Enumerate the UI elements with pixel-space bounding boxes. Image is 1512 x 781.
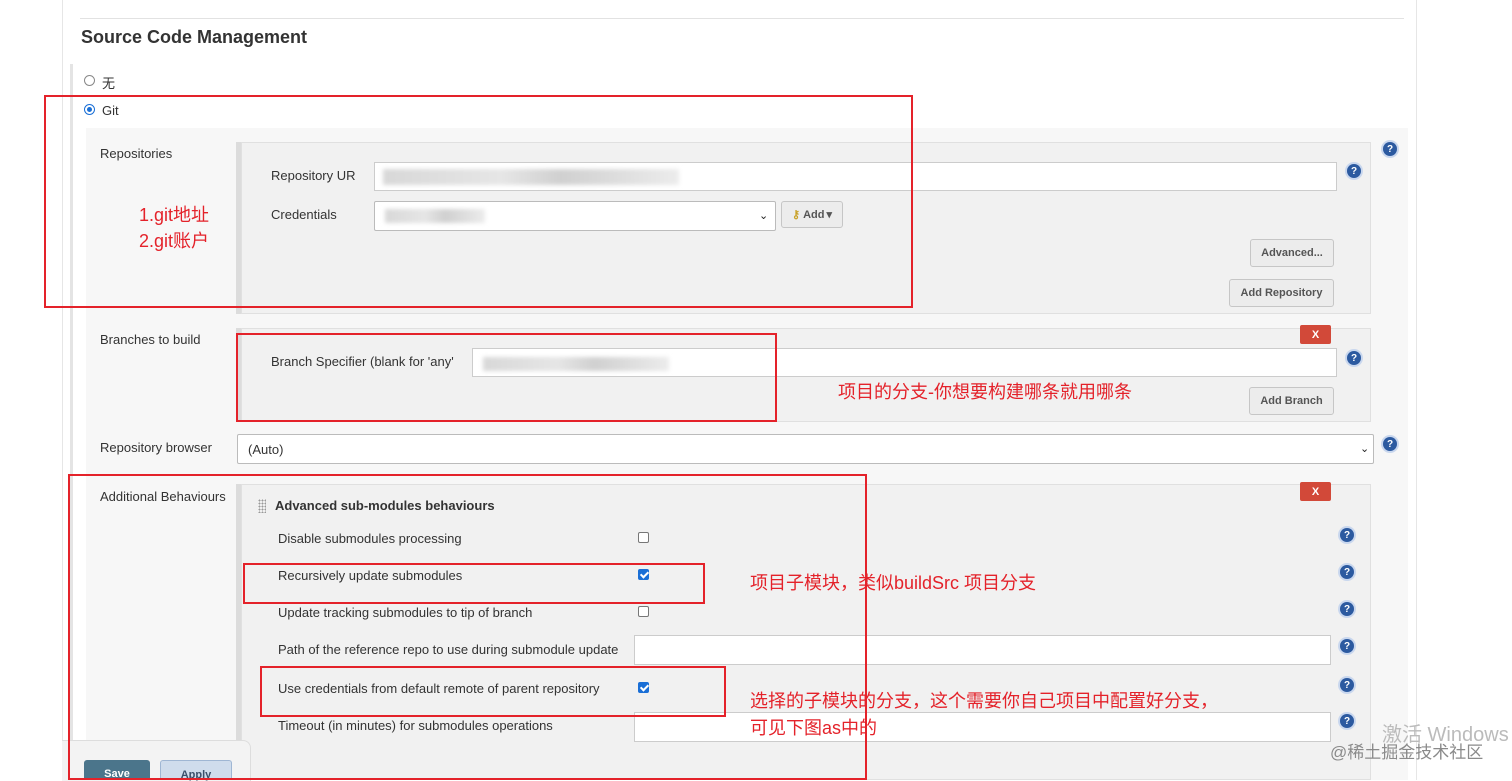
add-branch-button[interactable]: Add Branch xyxy=(1249,387,1334,415)
credentials-note-line2: 可见下图as中的 xyxy=(750,718,878,738)
branch-delete-button[interactable]: X xyxy=(1300,325,1331,344)
repo-note-line1: 1.git地址 xyxy=(139,205,210,225)
section-title: Source Code Management xyxy=(81,27,308,47)
community-watermark: @稀土掘金技术社区 xyxy=(1330,743,1484,762)
branch-specifier-help-icon[interactable]: ? xyxy=(1347,351,1361,365)
recursive-note: 项目子模块，类似buildSrc 项目分支 xyxy=(750,573,1037,593)
scm-none-label: 无 xyxy=(102,76,116,91)
advanced-button[interactable]: Advanced... xyxy=(1250,239,1334,267)
use-credentials-help-icon[interactable]: ? xyxy=(1340,678,1354,692)
page-right-border xyxy=(1416,0,1417,780)
recursive-annotation-box xyxy=(243,563,705,604)
reference-repo-help-icon[interactable]: ? xyxy=(1340,639,1354,653)
repository-browser-select[interactable]: (Auto) ⌄ xyxy=(237,434,1374,464)
recursive-update-help-icon[interactable]: ? xyxy=(1340,565,1354,579)
behaviour-delete-button[interactable]: X xyxy=(1300,482,1331,501)
scm-none-radio[interactable] xyxy=(84,75,95,86)
timeout-help-icon[interactable]: ? xyxy=(1340,714,1354,728)
section-divider xyxy=(80,18,1404,19)
branches-label: Branches to build xyxy=(100,332,201,347)
repositories-help-icon[interactable]: ? xyxy=(1383,142,1397,156)
repository-browser-label: Repository browser xyxy=(100,440,212,455)
add-repository-button[interactable]: Add Repository xyxy=(1229,279,1334,307)
disable-submodules-help-icon[interactable]: ? xyxy=(1340,528,1354,542)
branch-note: 项目的分支-你想要构建哪条就用哪条 xyxy=(838,382,1132,402)
repository-url-help-icon[interactable]: ? xyxy=(1347,164,1361,178)
behaviours-annotation-box xyxy=(68,474,867,780)
repository-browser-chevron-down-icon: ⌄ xyxy=(1360,443,1370,455)
update-tracking-help-icon[interactable]: ? xyxy=(1340,602,1354,616)
repo-note-line2: 2.git账户 xyxy=(139,231,210,251)
repository-browser-value: (Auto) xyxy=(248,442,284,457)
credentials-annotation-box xyxy=(260,666,726,717)
credentials-note-line1: 选择的子模块的分支，这个需要你自己项目中配置好分支， xyxy=(750,691,1218,711)
branch-annotation-box xyxy=(236,333,777,422)
repository-browser-help-icon[interactable]: ? xyxy=(1383,437,1397,451)
